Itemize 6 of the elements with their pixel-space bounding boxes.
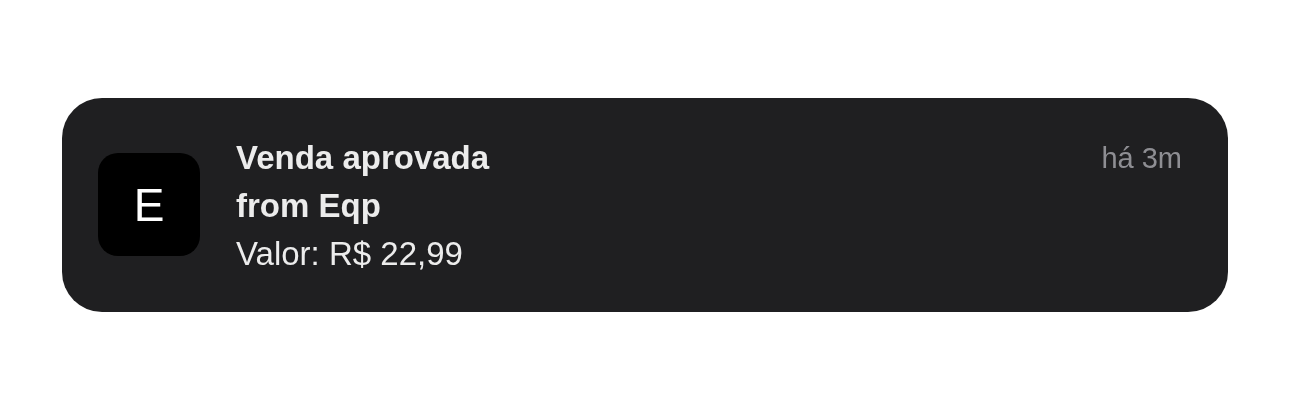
notification-body: Valor: R$ 22,99 <box>236 234 464 274</box>
notification-title: Venda aprovada <box>236 138 491 178</box>
notification-subtitle: from Eqp <box>236 186 382 226</box>
notification-card[interactable]: E Venda aprovada from Eqp Valor: R$ 22,99 há 3m <box>62 98 1228 312</box>
app-icon: E <box>98 153 200 256</box>
notification-time: há 3m <box>1101 141 1182 176</box>
